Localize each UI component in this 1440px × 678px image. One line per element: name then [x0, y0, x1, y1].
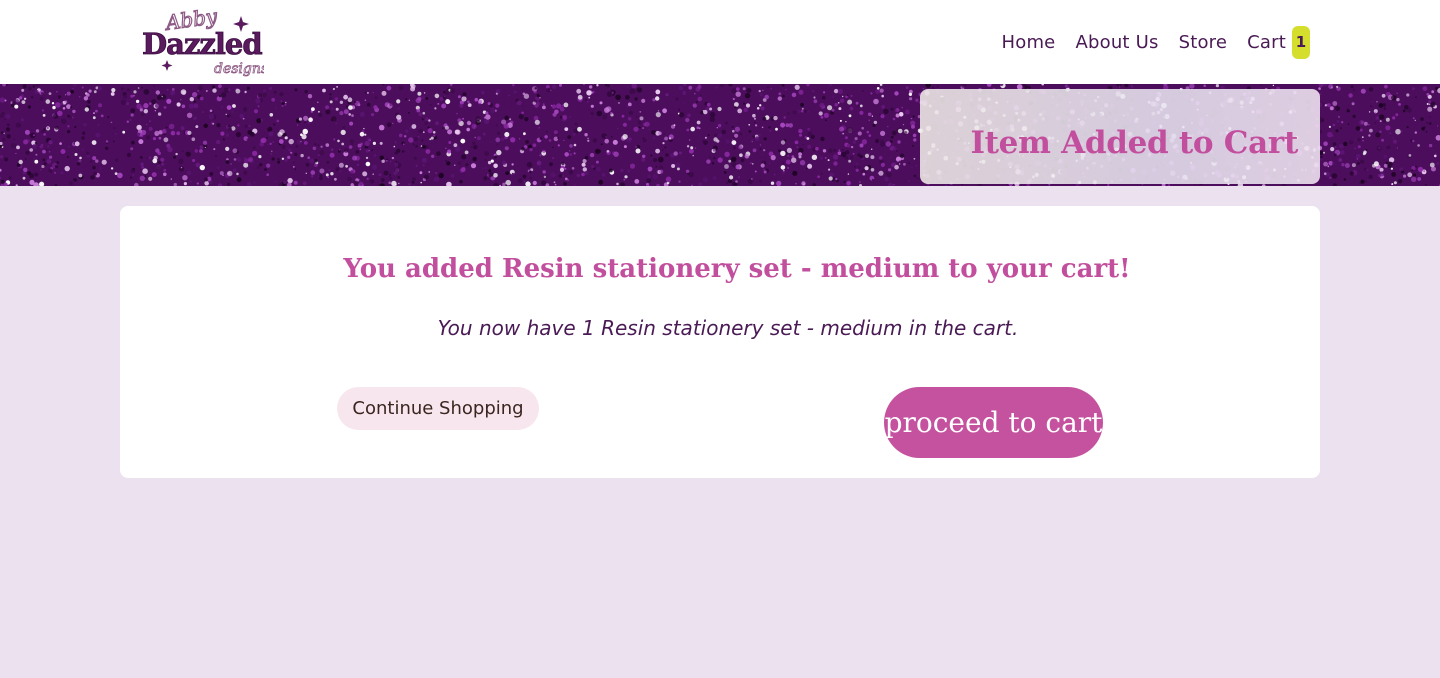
nav-home[interactable]: Home — [1002, 32, 1056, 53]
cart-quantity-message: You now have 1 Resin stationery set - me… — [437, 316, 1019, 340]
nav-store[interactable]: Store — [1179, 32, 1228, 53]
site-header: Abby Dazzled designs Home About Us Store… — [0, 0, 1440, 84]
continue-shopping-button[interactable]: Continue Shopping — [337, 387, 539, 430]
cart-count-badge[interactable]: 1 — [1292, 25, 1310, 59]
banner-title-panel: Item Added to Cart — [920, 89, 1320, 184]
glitter-banner: Item Added to Cart — [0, 84, 1440, 186]
nav-cart-label[interactable]: Cart — [1247, 32, 1286, 53]
cart-confirmation-card: You added Resin stationery set - medium … — [120, 206, 1320, 478]
logo-line-3: designs — [214, 61, 264, 77]
proceed-to-cart-button[interactable]: proceed to cart — [884, 387, 1103, 458]
nav-about-us[interactable]: About Us — [1075, 32, 1158, 53]
logo-line-2: Dazzled — [142, 27, 262, 61]
main-nav: Home About Us Store Cart 1 — [1002, 25, 1310, 59]
added-to-cart-message: You added Resin stationery set - medium … — [343, 254, 1131, 284]
logo[interactable]: Abby Dazzled designs — [140, 4, 264, 80]
page-title: Item Added to Cart — [970, 125, 1298, 161]
nav-cart[interactable]: Cart 1 — [1247, 25, 1310, 59]
sparkle-icon — [161, 60, 173, 71]
